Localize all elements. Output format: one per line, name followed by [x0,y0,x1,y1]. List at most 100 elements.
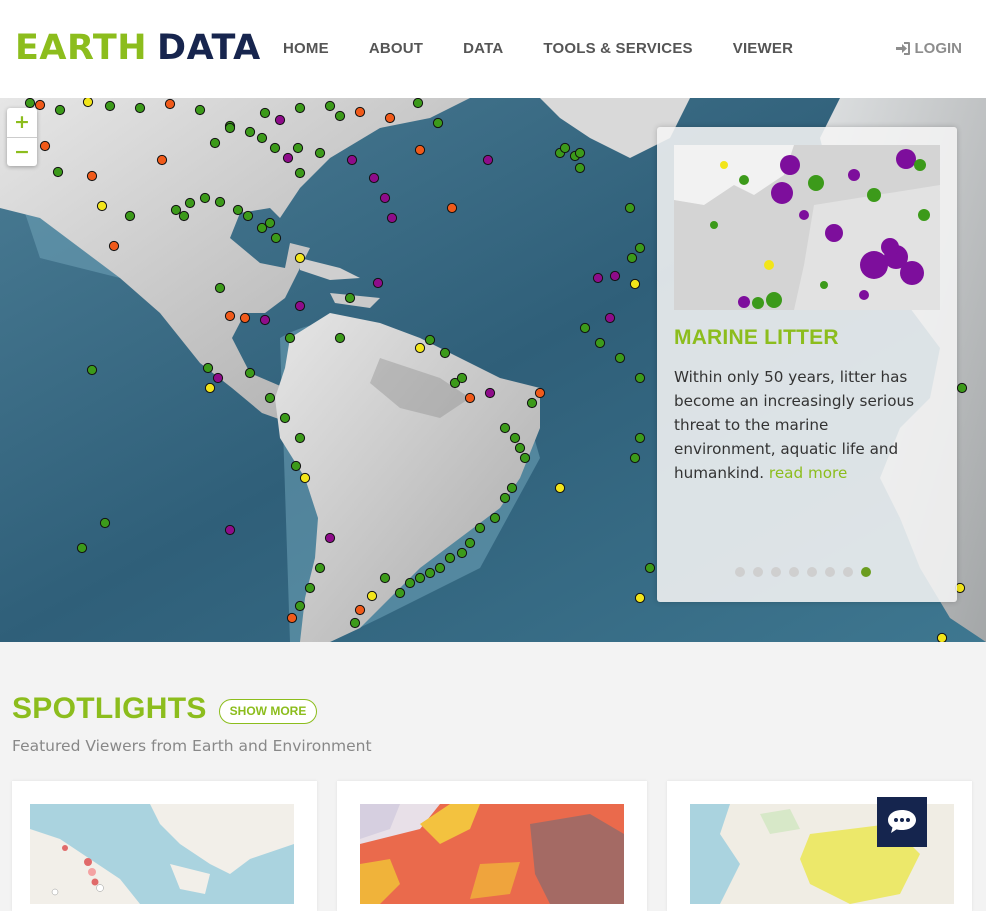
map-marker[interactable] [170,204,182,216]
map-marker[interactable] [499,492,511,504]
map-marker[interactable] [24,98,36,109]
map-marker[interactable] [324,100,336,112]
map-marker[interactable] [292,142,304,154]
map-marker[interactable] [424,567,436,579]
map-marker[interactable] [634,242,646,254]
login-link[interactable]: LOGIN [895,40,962,57]
map-marker[interactable] [384,112,396,124]
map-marker[interactable] [594,337,606,349]
map-marker[interactable] [86,170,98,182]
map-marker[interactable] [82,98,94,108]
zoom-in-button[interactable]: + [7,108,37,137]
map-marker[interactable] [270,232,282,244]
map-marker[interactable] [264,392,276,404]
map-marker[interactable] [526,397,538,409]
map-marker[interactable] [290,460,302,472]
map-marker[interactable] [212,372,224,384]
map-marker[interactable] [464,392,476,404]
map-marker[interactable] [76,542,88,554]
map-marker[interactable] [499,422,511,434]
map-marker[interactable] [194,104,206,116]
map-marker[interactable] [224,524,236,536]
map-marker[interactable] [629,452,641,464]
map-marker[interactable] [484,387,496,399]
map-marker[interactable] [184,197,196,209]
map-marker[interactable] [264,217,276,229]
map-marker[interactable] [506,482,518,494]
map-marker[interactable] [224,122,236,134]
map-marker[interactable] [224,310,236,322]
map-marker[interactable] [259,314,271,326]
map-marker[interactable] [304,582,316,594]
map-marker[interactable] [269,142,281,154]
map-marker[interactable] [456,547,468,559]
map-marker[interactable] [242,210,254,222]
map-marker[interactable] [379,192,391,204]
map-marker[interactable] [579,322,591,334]
map-marker[interactable] [299,472,311,484]
slide-dot[interactable] [789,567,799,577]
map-marker[interactable] [404,577,416,589]
map-marker[interactable] [446,202,458,214]
zoom-out-button[interactable]: − [7,137,37,166]
map-marker[interactable] [592,272,604,284]
map-marker[interactable] [434,562,446,574]
map-marker[interactable] [244,367,256,379]
map-marker[interactable] [39,140,51,152]
map-marker[interactable] [509,432,521,444]
slide-image[interactable] [674,145,940,310]
map-marker[interactable] [294,167,306,179]
site-logo[interactable]: EARTH DATA [15,26,261,70]
map-marker[interactable] [314,562,326,574]
map-marker[interactable] [274,114,286,126]
map-marker[interactable] [294,252,306,264]
map-marker[interactable] [86,364,98,376]
map-marker[interactable] [284,332,296,344]
map-marker[interactable] [204,382,216,394]
map-marker[interactable] [349,617,361,629]
map-marker[interactable] [54,104,66,116]
map-marker[interactable] [334,110,346,122]
map-marker[interactable] [286,612,298,624]
map-marker[interactable] [134,102,146,114]
map-marker[interactable] [474,522,486,534]
map-marker[interactable] [279,412,291,424]
map-marker[interactable] [609,270,621,282]
map-marker[interactable] [624,202,636,214]
map-marker[interactable] [232,204,244,216]
map-marker[interactable] [414,144,426,156]
slide-dot[interactable] [735,567,745,577]
map-marker[interactable] [52,166,64,178]
map-marker[interactable] [614,352,626,364]
slide-dot[interactable] [771,567,781,577]
map-marker[interactable] [559,142,571,154]
map-marker[interactable] [294,600,306,612]
slide-dot[interactable] [861,567,871,577]
map-marker[interactable] [256,132,268,144]
map-marker[interactable] [482,154,494,166]
map-marker[interactable] [104,100,116,112]
map-marker[interactable] [324,532,336,544]
map-marker[interactable] [156,154,168,166]
map-marker[interactable] [432,117,444,129]
slide-dot[interactable] [825,567,835,577]
map-marker[interactable] [644,562,656,574]
map-marker[interactable] [202,362,214,374]
map-marker[interactable] [294,102,306,114]
slide-dot[interactable] [807,567,817,577]
map-marker[interactable] [108,240,120,252]
nav-viewer[interactable]: VIEWER [733,40,793,57]
map-marker[interactable] [626,252,638,264]
map-marker[interactable] [354,604,366,616]
map-marker[interactable] [344,292,356,304]
map-marker[interactable] [239,312,251,324]
map-marker[interactable] [634,592,646,604]
map-marker[interactable] [314,147,326,159]
map-marker[interactable] [259,107,271,119]
nav-data[interactable]: DATA [463,40,503,57]
map-marker[interactable] [554,482,566,494]
map-marker[interactable] [214,196,226,208]
map-marker[interactable] [444,552,456,564]
map-marker[interactable] [214,282,226,294]
map-marker[interactable] [534,387,546,399]
